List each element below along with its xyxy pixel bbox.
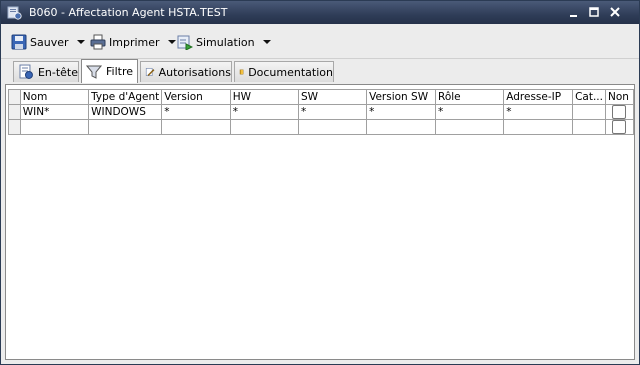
- simulation-label: Simulation: [196, 35, 255, 49]
- cell-non[interactable]: [604, 104, 635, 120]
- column-header-non[interactable]: Non: [604, 89, 635, 105]
- window-title: B060 - Affectation Agent HSTA.TEST: [29, 6, 228, 19]
- cell-adresse-ip[interactable]: [503, 119, 574, 135]
- print-label: Imprimer: [109, 35, 160, 49]
- row-selector[interactable]: [8, 104, 21, 120]
- close-icon[interactable]: [608, 6, 622, 19]
- title-bar[interactable]: B060 - Affectation Agent HSTA.TEST: [1, 1, 639, 24]
- table-row[interactable]: [8, 119, 635, 135]
- table-header-row: Nom Type d'Agent Version HW SW Version S…: [8, 89, 635, 105]
- simulation-button[interactable]: Simulation: [177, 32, 271, 52]
- column-header-nom[interactable]: Nom: [19, 89, 90, 105]
- maximize-icon[interactable]: [587, 6, 601, 19]
- application-window: B060 - Affectation Agent HSTA.TEST Sauve…: [0, 0, 640, 365]
- cell-version[interactable]: [161, 119, 231, 135]
- cell-version-sw[interactable]: [366, 119, 436, 135]
- funnel-icon: [86, 65, 102, 79]
- cell-role[interactable]: [434, 119, 505, 135]
- non-checkbox[interactable]: [612, 105, 627, 119]
- tab-en-tete[interactable]: En-tête: [13, 61, 79, 82]
- minimize-icon[interactable]: [567, 6, 581, 19]
- tab-documentation-label: Documentation: [248, 65, 333, 79]
- column-header-type-agent[interactable]: Type d'Agent: [88, 89, 163, 105]
- cell-type-agent[interactable]: [88, 119, 163, 135]
- cell-version[interactable]: *: [161, 104, 231, 120]
- save-dropdown-arrow-icon[interactable]: [76, 40, 85, 44]
- cell-non[interactable]: [604, 119, 635, 135]
- column-header-hw[interactable]: HW: [229, 89, 299, 105]
- simulation-dropdown-arrow-icon[interactable]: [262, 40, 271, 44]
- row-selector[interactable]: [8, 119, 21, 135]
- cell-type-agent[interactable]: WINDOWS: [88, 104, 163, 120]
- pencil-doc-icon: [145, 68, 155, 77]
- cell-hw[interactable]: *: [229, 104, 299, 120]
- column-header-version[interactable]: Version: [161, 89, 231, 105]
- print-button[interactable]: Imprimer: [90, 32, 176, 52]
- cell-sw[interactable]: *: [297, 104, 368, 120]
- non-checkbox[interactable]: [612, 120, 627, 134]
- floppy-disk-icon: [11, 34, 27, 50]
- cell-nom[interactable]: [19, 119, 90, 135]
- column-header-role[interactable]: Rôle: [434, 89, 505, 105]
- tab-autorisations-label: Autorisations: [158, 65, 231, 79]
- table-row[interactable]: WIN* WINDOWS * * * * * *: [8, 104, 635, 120]
- tab-documentation[interactable]: Documentation: [234, 61, 334, 82]
- column-header-categorie[interactable]: Cat...: [572, 89, 606, 105]
- header-doc-icon: [19, 64, 33, 79]
- toolbar: Sauver Imprimer Simulation: [1, 25, 639, 59]
- filter-table: Nom Type d'Agent Version HW SW Version S…: [8, 89, 635, 135]
- cell-adresse-ip[interactable]: *: [503, 104, 574, 120]
- cell-nom[interactable]: WIN*: [19, 104, 90, 120]
- tab-filtre-label: Filtre: [106, 65, 134, 78]
- cell-categorie[interactable]: [572, 119, 606, 135]
- column-header-adresse-ip[interactable]: Adresse-IP: [503, 89, 574, 105]
- print-dropdown-arrow-icon[interactable]: [167, 40, 176, 44]
- cell-hw[interactable]: [229, 119, 299, 135]
- cell-categorie[interactable]: [572, 104, 606, 120]
- cell-role[interactable]: *: [434, 104, 505, 120]
- book-icon: [239, 69, 244, 75]
- cell-sw[interactable]: [297, 119, 368, 135]
- save-label: Sauver: [30, 35, 69, 49]
- tab-autorisations[interactable]: Autorisations: [140, 61, 232, 82]
- column-header-version-sw[interactable]: Version SW: [366, 89, 436, 105]
- cell-version-sw[interactable]: *: [366, 104, 436, 120]
- tab-filtre[interactable]: Filtre: [81, 59, 138, 83]
- app-icon: [7, 6, 22, 20]
- filter-panel: Nom Type d'Agent Version HW SW Version S…: [5, 84, 635, 360]
- row-header-corner: [8, 89, 21, 105]
- column-header-sw[interactable]: SW: [297, 89, 368, 105]
- save-button[interactable]: Sauver: [11, 32, 85, 52]
- simulation-icon: [177, 35, 193, 50]
- tab-en-tete-label: En-tête: [37, 65, 78, 79]
- tab-bar: En-tête Filtre Autorisations Documentati…: [1, 59, 639, 84]
- printer-icon: [90, 34, 106, 50]
